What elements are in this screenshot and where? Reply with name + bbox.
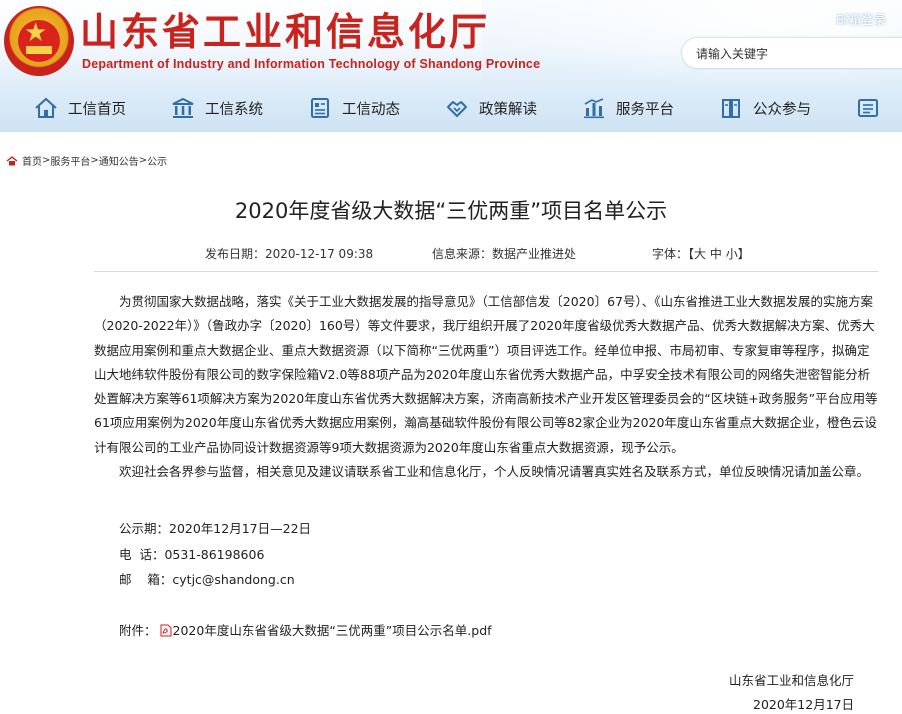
chart-icon [584, 98, 604, 119]
contact-email: 邮 箱：cytjc@shandong.cn [119, 572, 295, 587]
list-icon [858, 99, 878, 117]
signature-org: 山东省工业和信息化厅 [729, 673, 855, 688]
site-header: ★ 山东省工业和信息化厅 Department of Industry and … [0, 0, 902, 132]
nav-item-service[interactable]: 服务平台 [582, 90, 674, 126]
home-icon [35, 97, 57, 118]
breadcrumb-separator: > [90, 155, 99, 166]
nav-item-more[interactable] [856, 90, 890, 126]
document-icon [311, 98, 329, 118]
nav-item-public[interactable]: 公众参与 [719, 90, 811, 126]
breadcrumb-home-icon [6, 155, 18, 165]
national-emblem-icon: ★ [4, 6, 74, 76]
attachment: 附件： 2020年度山东省省级大数据“三优两重”项目公示名单.pdf [119, 620, 492, 639]
meta-divider [94, 271, 878, 272]
search-box[interactable] [682, 38, 902, 68]
signature-date: 2020年12月17日 [753, 697, 855, 712]
site-title[interactable]: 山东省工业和信息化厅 [80, 8, 490, 56]
article-paragraph: 欢迎社会各界参与监督，相关意见及建议请联系省工业和信息化厅，个人反映情况请署真实… [119, 464, 870, 480]
breadcrumb-service[interactable]: 服务平台 [50, 153, 90, 168]
breadcrumb-notice[interactable]: 通知公告 [99, 153, 139, 168]
nav-item-label: 工信动态 [342, 101, 400, 118]
handshake-icon [447, 101, 467, 117]
font-size-label: 字体：【 [652, 247, 695, 261]
mail-login-link[interactable]: 邮箱登录 [836, 9, 886, 28]
search-input[interactable] [694, 46, 898, 62]
breadcrumb-current[interactable]: 公示 [147, 153, 167, 168]
article-body: 为贯彻国家大数据战略，落实《关于工业大数据发展的指导意见》（工信部信发〔2020… [94, 290, 878, 484]
breadcrumb-separator: > [138, 155, 148, 166]
breadcrumb-home[interactable]: 首页 [22, 153, 42, 168]
attachment-label: 附件： [119, 623, 157, 638]
nav-item-label: 政策解读 [479, 101, 537, 118]
breadcrumb-separator: > [42, 155, 51, 166]
breadcrumb: 首页 > 服务平台 > 通知公告 > 公示 [6, 153, 167, 168]
font-size-close: 】 [737, 247, 750, 261]
font-size-large[interactable]: 大 [694, 247, 706, 261]
font-size-small[interactable]: 小 [726, 247, 738, 261]
nav-item-label: 工信系统 [205, 101, 263, 118]
info-source: 信息来源：数据产业推进处 [432, 247, 577, 261]
nav-item-label: 服务平台 [616, 101, 674, 118]
article-title: 2020年度省级大数据“三优两重”项目名单公示 [234, 199, 668, 223]
attachment-link[interactable]: 2020年度山东省省级大数据“三优两重”项目公示名单.pdf [173, 623, 492, 638]
book-icon [722, 99, 740, 118]
article-paragraph: 为贯彻国家大数据战略，落实《关于工业大数据发展的指导意见》（工信部信发〔2020… [94, 294, 878, 455]
nav-item-home[interactable]: 工信首页 [34, 90, 126, 126]
contact-phone: 电 话：0531-86198606 [119, 547, 265, 562]
nav-item-label: 公众参与 [753, 101, 811, 118]
publicity-period: 公示期：2020年12月17日—22日 [119, 521, 312, 536]
font-size-medium[interactable]: 中 [710, 247, 722, 261]
building-icon [172, 97, 194, 118]
nav-item-system[interactable]: 工信系统 [171, 90, 263, 126]
nav-item-label: 工信首页 [68, 101, 126, 118]
publish-date: 发布日期：2020-12-17 09:38 [205, 247, 374, 261]
site-title-english: Department of Industry and Information T… [82, 57, 541, 71]
font-size-switcher: 字体：【大 中 小】 [652, 245, 750, 262]
nav-item-policy[interactable]: 政策解读 [445, 90, 537, 126]
nav-item-news[interactable]: 工信动态 [308, 90, 400, 126]
pdf-icon [160, 624, 172, 637]
main-nav: 工信首页 工信系统 工信动态 政策解读 服务平台 公众参与 [0, 90, 902, 126]
